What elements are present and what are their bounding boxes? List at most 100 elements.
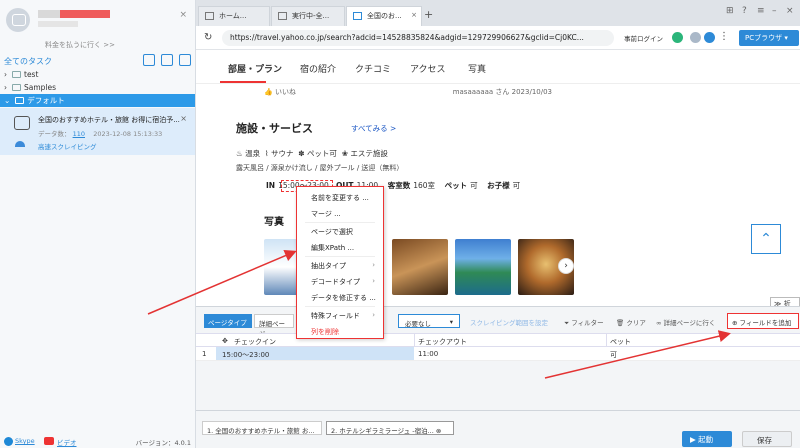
more-icon[interactable]: ⋮: [719, 31, 729, 42]
add-field-label: フィールドを追加: [739, 319, 792, 327]
task-title: 全国のおすすめホテル・旅館 お得に宿泊予...: [38, 116, 180, 124]
scroll-top-button[interactable]: ⌃: [751, 224, 781, 254]
minimize-icon[interactable]: –: [772, 6, 777, 16]
nav-photos[interactable]: 写真: [468, 62, 486, 75]
nav-rooms[interactable]: 部屋・プラン: [228, 62, 282, 75]
avatar[interactable]: [6, 8, 30, 32]
move-icon[interactable]: ✥: [222, 337, 228, 345]
fold-button[interactable]: ≫ 折る: [770, 297, 800, 306]
browser-tabbar: ホーム... 実行中-全... 全国のお... × + ⊞ ? ≡ – ×: [196, 0, 800, 26]
pre-login-button[interactable]: 事前ログイン: [624, 33, 663, 43]
page-icon: [353, 12, 362, 20]
save-button[interactable]: 保存: [742, 431, 792, 447]
tree-item-test[interactable]: › test: [0, 68, 195, 81]
close-window-icon[interactable]: ×: [786, 6, 794, 16]
nav-reviews[interactable]: クチコミ: [355, 62, 391, 75]
home-icon: [205, 12, 214, 20]
goto-detail-button[interactable]: ∞ 詳細ページに行く: [656, 317, 715, 327]
chevron-right-icon: ›: [372, 277, 375, 285]
data-count-label: データ数：: [38, 130, 71, 138]
start-button[interactable]: ▶ 起動: [682, 431, 732, 447]
page-type-tab[interactable]: ページタイプ: [204, 314, 252, 328]
help-icon[interactable]: ?: [742, 6, 747, 16]
video-link[interactable]: ビデオ: [57, 437, 77, 447]
tab-home[interactable]: ホーム...: [198, 6, 270, 26]
bottom-tab-1[interactable]: 1. 全国のおすすめホテル・旅館 お...: [202, 421, 322, 435]
sidebar-close-icon[interactable]: ×: [179, 10, 187, 20]
column-header-pet[interactable]: ペット: [610, 337, 631, 347]
add-field-button[interactable]: ⊕ フィールドを追加: [727, 313, 799, 329]
extension-icon[interactable]: [672, 32, 683, 43]
cell-pet[interactable]: 可: [610, 350, 617, 360]
pet-icon: ✽: [298, 149, 305, 158]
photo-thumbnail[interactable]: [455, 239, 511, 295]
cell-checkin[interactable]: 15:00～23:00: [222, 350, 269, 360]
gift-icon[interactable]: ⊞: [726, 6, 734, 16]
bottom-tab-label: 2. ホテルシギラミラージュ -宿泊...: [331, 427, 434, 435]
menu-extract-type[interactable]: 抽出タイプ: [311, 261, 346, 271]
facility-title: 施設・サービス: [236, 122, 313, 135]
tree-item-label: デフォルト: [27, 96, 65, 105]
menu-icon[interactable]: ≡: [757, 6, 765, 16]
tab-running[interactable]: 実行中-全...: [271, 6, 345, 26]
menu-merge[interactable]: マージ ...: [311, 209, 341, 219]
clear-button[interactable]: 🗑 クリア: [616, 317, 646, 327]
menu-decode-type[interactable]: デコードタイプ: [311, 277, 360, 287]
menu-special-field[interactable]: 特殊フィールド: [311, 311, 360, 321]
task-timestamp: 2023-12-08 15:13:33: [93, 130, 163, 138]
skype-link[interactable]: Skype: [15, 437, 35, 445]
bottom-tab-2[interactable]: 2. ホテルシギラミラージュ -宿泊... ⊗: [326, 421, 454, 435]
column-header-checkin[interactable]: チェックイン: [234, 337, 276, 347]
column-divider[interactable]: [606, 334, 607, 348]
pet-value: 可: [470, 181, 478, 190]
column-divider[interactable]: [414, 334, 415, 348]
task-card[interactable]: 全国のおすすめホテル・旅館 お得に宿泊予... × データ数： 110 2023…: [0, 108, 195, 155]
detail-page-select[interactable]: 詳細ページ: [254, 314, 294, 338]
data-count[interactable]: 110: [73, 130, 85, 138]
see-all-link[interactable]: すべてみる >: [351, 123, 396, 134]
user-icon[interactable]: [704, 32, 715, 43]
menu-select-in-page[interactable]: ページで選択: [311, 227, 353, 237]
pay-link[interactable]: 料金を払うに行く >>: [0, 40, 160, 50]
menu-delete-column[interactable]: 列を削除: [311, 327, 339, 337]
tab-current[interactable]: 全国のお... ×: [346, 6, 422, 26]
column-header-checkout[interactable]: チェックアウト: [418, 337, 467, 347]
page-icon: [278, 12, 287, 20]
task-tree: › test › Samples ⌄ デフォルト: [0, 68, 195, 107]
folder-icon: [12, 71, 21, 78]
nav-intro[interactable]: 宿の紹介: [300, 62, 336, 75]
trash-icon: 🗑: [616, 319, 625, 327]
task-close-icon[interactable]: ×: [180, 114, 187, 123]
tree-item-samples[interactable]: › Samples: [0, 81, 195, 94]
menu-rename[interactable]: 名前を変更する ...: [311, 193, 369, 203]
cell-checkout[interactable]: 11:00: [418, 350, 438, 358]
onsen-icon: ♨: [236, 149, 243, 158]
tree-item-default[interactable]: ⌄ デフォルト: [0, 94, 195, 107]
filter-button[interactable]: ⏷ フィルター: [564, 317, 604, 328]
tab-close-icon[interactable]: ⊗: [436, 427, 441, 434]
pc-browser-select[interactable]: PCブラウザ ▾: [739, 30, 799, 46]
speedometer-icon: [15, 141, 25, 147]
photo-next-button[interactable]: ›: [558, 258, 574, 274]
scrape-range-button[interactable]: スクレイピング範囲を設定: [470, 317, 548, 327]
need-select[interactable]: 必要なし ▾: [398, 314, 460, 328]
settings-icon[interactable]: [179, 54, 191, 66]
menu-fix-data[interactable]: データを修正する ...: [311, 293, 376, 303]
new-task-icon[interactable]: [161, 54, 173, 66]
import-icon[interactable]: [143, 54, 155, 66]
tab-label: 全国のお...: [367, 12, 402, 20]
menu-edit-xpath[interactable]: 編集XPath ...: [311, 243, 354, 253]
nav-access[interactable]: アクセス: [410, 62, 446, 75]
bookmark-icon[interactable]: [690, 32, 701, 43]
new-tab-icon[interactable]: +: [424, 8, 433, 21]
photo-thumbnail[interactable]: [392, 239, 448, 295]
amenity: エステ施設: [350, 149, 388, 158]
url-input[interactable]: https://travel.yahoo.co.jp/search?adcid=…: [222, 30, 614, 46]
like-button[interactable]: 👍 いいね: [264, 88, 296, 96]
username-redacted: [60, 10, 110, 18]
menu-divider: [305, 222, 375, 223]
like-label: いいね: [274, 88, 296, 96]
panel-toolbar: ページタイプ 詳細ページ 必要なし ▾ スクレイピング範囲を設定 ⏷ フィルター…: [196, 313, 800, 338]
reload-icon[interactable]: ↻: [204, 32, 212, 43]
tab-close-icon[interactable]: ×: [411, 11, 417, 19]
